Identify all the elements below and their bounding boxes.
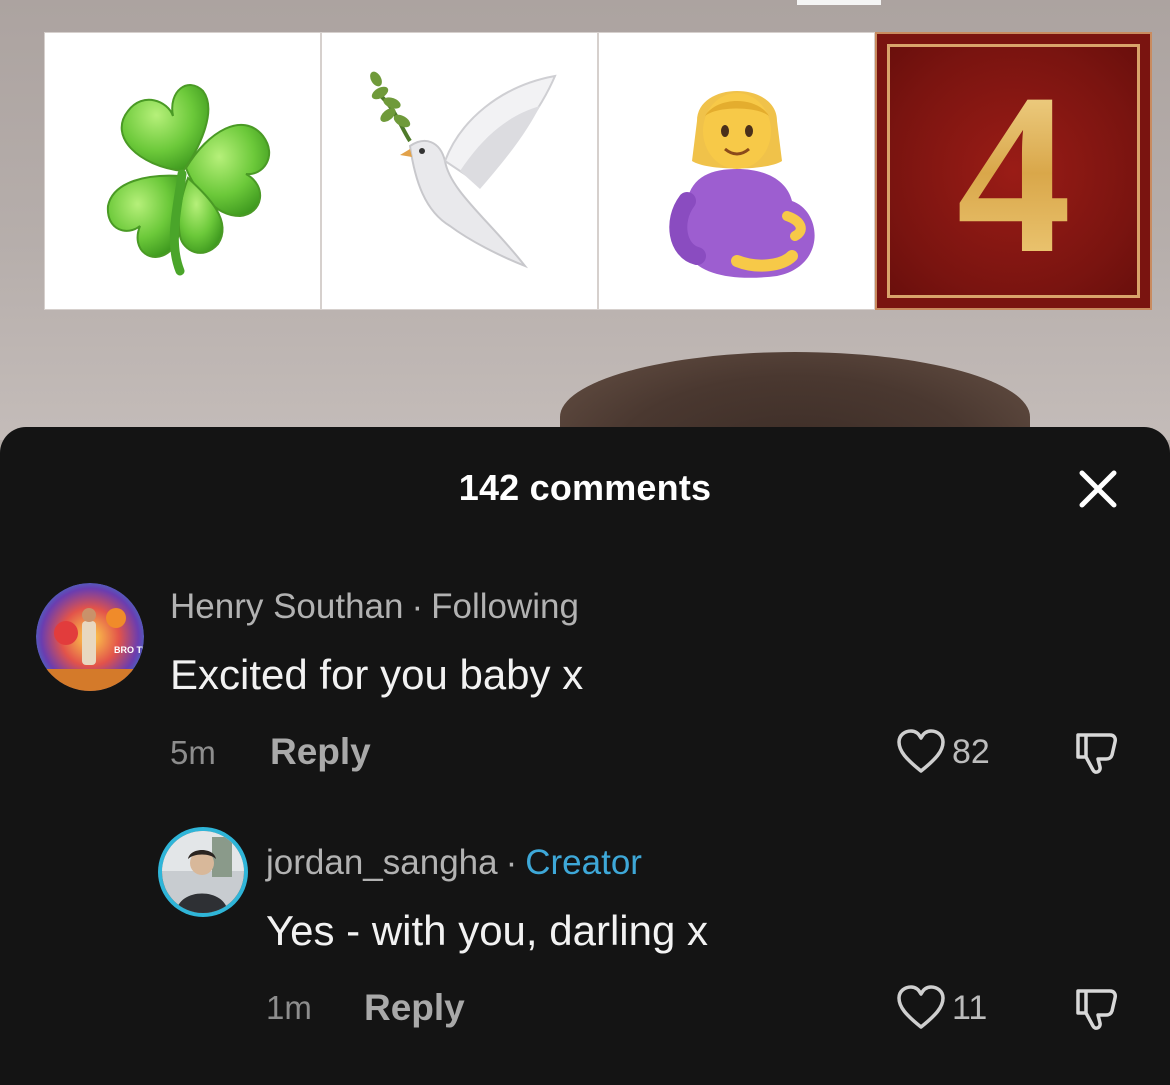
heart-icon [897, 985, 945, 1029]
thumbs-down-icon [1076, 733, 1117, 774]
like-count: 82 [952, 732, 990, 771]
close-button[interactable] [1074, 465, 1122, 513]
like-count: 11 [952, 988, 988, 1027]
emoji-tile-number-four: 4 [875, 32, 1152, 310]
keycap-digit: 4 [956, 61, 1071, 281]
top-indicator [797, 0, 881, 5]
avatar-image [162, 831, 244, 913]
comments-sheet: 142 comments BRO THE Hen [0, 427, 1170, 1085]
comment-author-name[interactable]: jordan_sangha [266, 843, 498, 882]
emoji-strip: 4 [44, 32, 1156, 310]
following-tag: Following [431, 587, 579, 626]
pregnant-woman-icon [668, 91, 815, 278]
comment-time: 5m [170, 734, 216, 771]
comment-author-line: jordan_sangha · Creator [266, 843, 642, 883]
reply-button[interactable]: Reply [270, 731, 371, 773]
like-button[interactable]: 82 [896, 729, 990, 775]
avatar-text: BRO THE [114, 645, 144, 655]
comment-text: Excited for you baby x [170, 651, 584, 698]
heart-icon [897, 729, 945, 773]
keycap-four-icon: 4 [887, 44, 1140, 298]
comment-time: 1m [266, 989, 312, 1026]
emoji-tile-pregnant-woman [598, 32, 875, 310]
dislike-button[interactable] [1074, 985, 1122, 1038]
number-four-glyph: 4 [956, 61, 1071, 281]
comment-text: Yes - with you, darling x [266, 907, 709, 954]
separator-dot: · [411, 587, 424, 626]
thumbs-down-icon [1076, 989, 1117, 1030]
avatar[interactable] [162, 831, 244, 913]
avatar[interactable]: BRO THE [36, 583, 144, 691]
reply-button[interactable]: Reply [364, 987, 465, 1029]
emoji-tile-dove [321, 32, 598, 310]
emoji-tile-clover [44, 32, 321, 310]
creator-tag: Creator [525, 843, 642, 882]
dislike-button[interactable] [1074, 729, 1122, 782]
comments-count-title: 142 comments [458, 467, 712, 508]
four-leaf-clover-icon [106, 84, 270, 276]
dove-icon [369, 71, 557, 269]
comment-author-name[interactable]: Henry Southan [170, 587, 403, 626]
close-icon [1079, 470, 1117, 508]
like-button[interactable]: 11 [896, 985, 987, 1031]
comment-author-line: Henry Southan · Following [170, 587, 579, 627]
separator-dot: · [505, 843, 518, 882]
avatar-image: BRO THE [36, 583, 144, 691]
